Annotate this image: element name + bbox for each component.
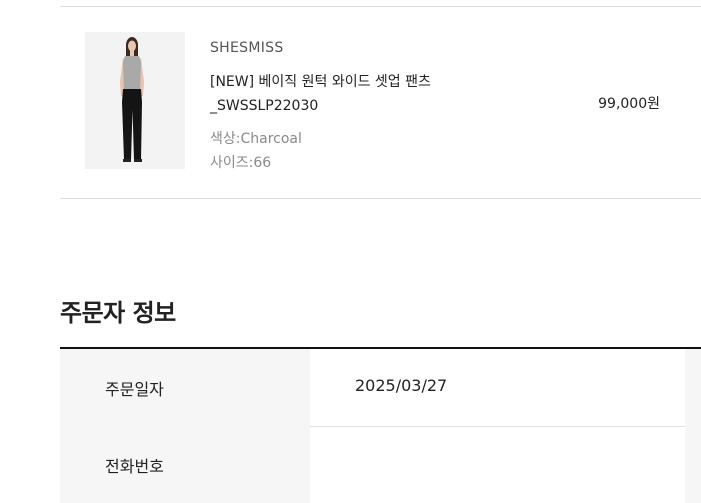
order-date-label: 주문일자 — [105, 380, 164, 399]
product-color-option: 색상:Charcoal — [210, 131, 302, 147]
order-date-value: 2025/03/27 — [355, 376, 448, 395]
product-name[interactable]: [NEW] 베이직 원턱 와이드 셋업 팬츠 _SWSSLP22030 — [210, 70, 510, 118]
product-brand: SHESMISS — [210, 40, 284, 56]
top-divider — [60, 6, 701, 7]
product-name-line2: _SWSSLP22030 — [210, 98, 319, 114]
orderer-info-table: 주문일자 2025/03/27 전화번호 — [60, 347, 701, 503]
model-photo-image — [85, 32, 185, 169]
product-thumbnail[interactable] — [85, 32, 185, 169]
phone-label: 전화번호 — [105, 457, 164, 476]
table-right-edge — [685, 349, 701, 426]
order-date-label-cell: 주문일자 — [60, 349, 310, 426]
product-bottom-divider — [60, 198, 701, 199]
product-price: 99,000원 — [598, 96, 660, 112]
orderer-info-title: 주문자 정보 — [60, 299, 176, 327]
order-date-row: 주문일자 2025/03/27 — [60, 349, 701, 427]
product-name-line1: [NEW] 베이직 원턱 와이드 셋업 팬츠 — [210, 74, 431, 90]
table-right-edge — [685, 426, 701, 503]
product-size-option: 사이즈:66 — [210, 155, 272, 171]
phone-row: 전화번호 — [60, 426, 701, 503]
phone-label-cell: 전화번호 — [60, 426, 310, 503]
